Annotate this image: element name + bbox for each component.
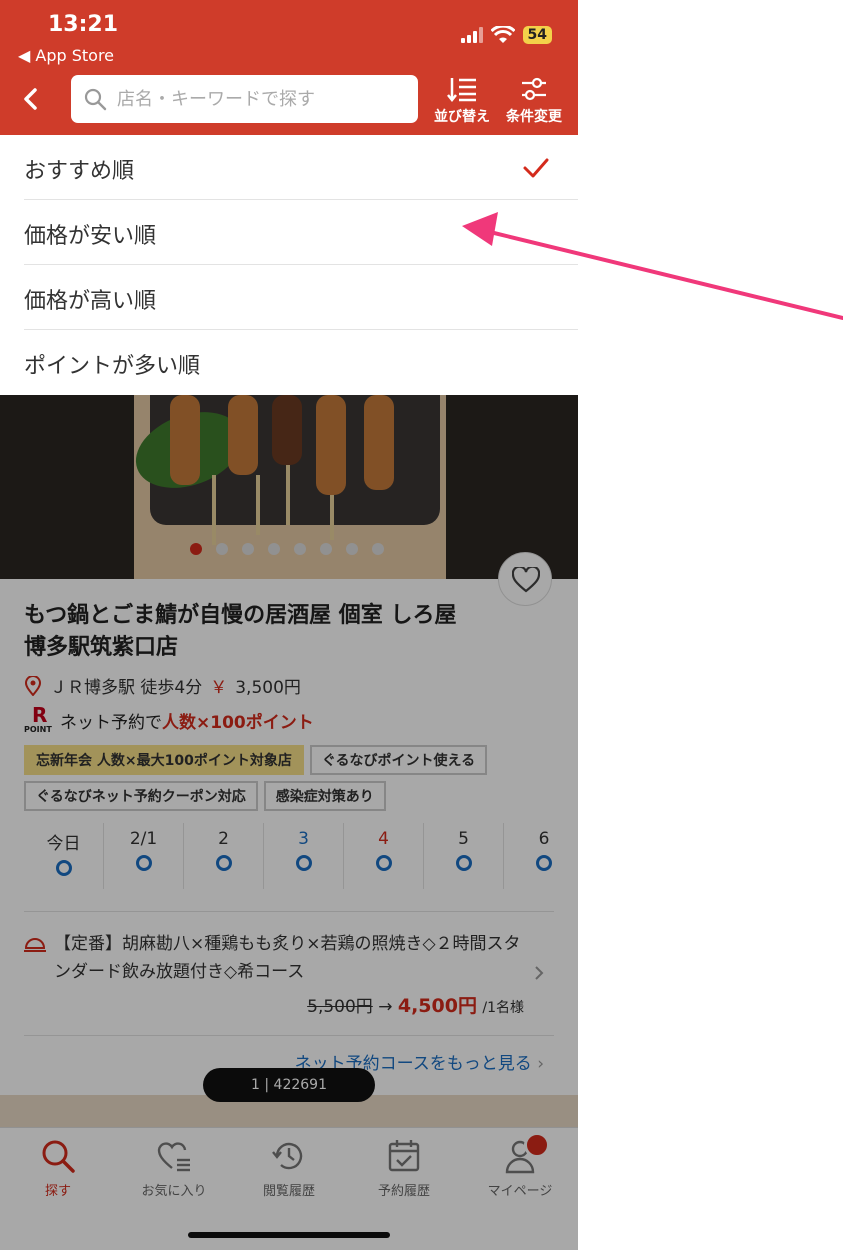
search-input[interactable] bbox=[117, 85, 407, 113]
wifi-icon bbox=[490, 26, 515, 43]
check-icon bbox=[523, 158, 549, 178]
sort-option-recommended[interactable]: おすすめ順 bbox=[0, 135, 578, 200]
sort-button[interactable]: 並び替え bbox=[430, 76, 494, 126]
sort-list-icon bbox=[447, 78, 476, 102]
sort-option-points[interactable]: ポイントが多い順 bbox=[0, 330, 578, 395]
battery-indicator: 54 bbox=[522, 26, 552, 44]
sort-option-label: おすすめ順 bbox=[24, 159, 135, 184]
sort-option-label: 価格が高い順 bbox=[24, 289, 157, 314]
sort-option-label: 価格が安い順 bbox=[24, 224, 157, 249]
back-chevron-icon[interactable] bbox=[20, 86, 42, 112]
filter-button[interactable]: 条件変更 bbox=[502, 76, 566, 126]
cellular-signal-icon bbox=[460, 27, 483, 43]
sliders-icon bbox=[522, 77, 546, 101]
status-icons: 54 bbox=[460, 26, 552, 44]
sort-button-label: 並び替え bbox=[434, 109, 490, 125]
sort-option-label: ポイントが多い順 bbox=[24, 354, 201, 379]
dim-overlay[interactable] bbox=[0, 395, 578, 1250]
search-box[interactable] bbox=[71, 75, 418, 123]
sort-option-price-low[interactable]: 価格が安い順 bbox=[0, 200, 578, 265]
sort-menu: おすすめ順 価格が安い順 価格が高い順 ポイントが多い順 bbox=[0, 135, 578, 395]
app-header: 13:21 ◀ App Store 54 店名・キーワードで探す 並び替え 条件… bbox=[0, 0, 578, 135]
search-icon bbox=[84, 88, 107, 111]
sort-option-price-high[interactable]: 価格が高い順 bbox=[0, 265, 578, 330]
phone-screen: 13:21 ◀ App Store 54 店名・キーワードで探す 並び替え 条件… bbox=[0, 0, 578, 1250]
filter-button-label: 条件変更 bbox=[506, 109, 562, 125]
back-to-app-store-link[interactable]: ◀ App Store bbox=[18, 46, 114, 65]
status-time: 13:21 bbox=[48, 12, 119, 37]
